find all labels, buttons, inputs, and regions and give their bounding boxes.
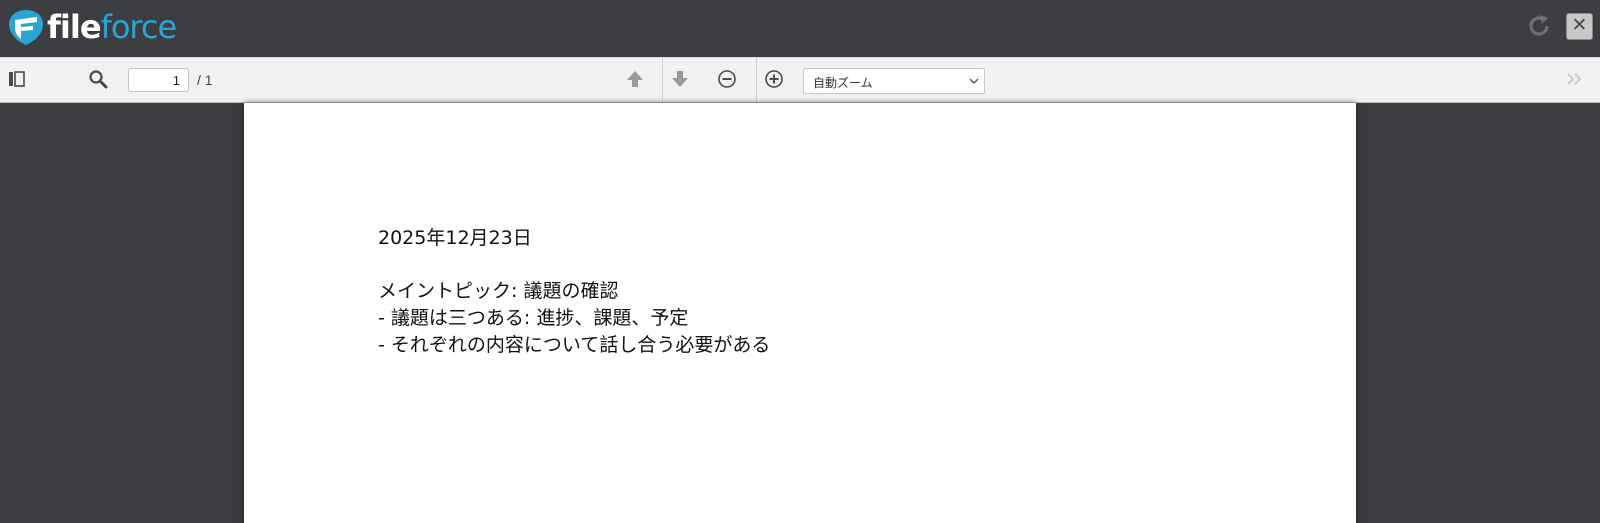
close-button[interactable]: ✕ [1566,13,1593,40]
document-date: 2025年12月23日 [378,227,532,249]
reload-button[interactable] [1526,13,1552,39]
double-chevron-right-icon [1567,73,1582,85]
zoom-in-icon [765,70,783,88]
page-number-input[interactable] [128,68,189,92]
zoom-out-button[interactable] [712,64,742,94]
tools-menu-button[interactable] [1560,64,1590,94]
next-page-button[interactable] [665,64,695,94]
zoom-out-icon [718,70,736,88]
document-heading: メイントピック: 議題の確認 [378,280,619,302]
arrow-up-icon [627,71,643,87]
page-count-label: / 1 [197,72,213,88]
app-header: fileforce ✕ [0,0,1600,57]
zoom-in-button[interactable] [759,64,789,94]
toolbar-separator [756,58,757,102]
sidebar-toggle-icon [9,71,25,87]
document-bullet: - それぞれの内容について話し合う必要がある [378,334,771,356]
zoom-select[interactable]: 自動ズーム [803,68,985,94]
chevron-down-icon [969,78,979,84]
pdf-toolbar: / 1 自動ズーム [0,57,1600,103]
reload-icon [1529,15,1549,36]
previous-page-button[interactable] [620,64,650,94]
arrow-down-icon [672,71,688,87]
fileforce-logo-icon [9,10,43,45]
pdf-page: 2025年12月23日 メイントピック: 議題の確認 - 議題は三つある: 進捗… [244,103,1356,523]
pdf-viewer-container[interactable]: 2025年12月23日 メイントピック: 議題の確認 - 議題は三つある: 進捗… [0,103,1600,523]
sidebar-toggle-button[interactable] [2,64,32,94]
document-bullet: - 議題は三つある: 進捗、課題、予定 [378,307,689,329]
search-icon [89,70,108,89]
find-button[interactable] [83,64,113,94]
toolbar-separator [662,58,663,102]
fileforce-logo[interactable]: fileforce [7,7,177,47]
zoom-select-value: 自動ズーム [813,76,873,90]
brand-name: fileforce [47,8,177,46]
